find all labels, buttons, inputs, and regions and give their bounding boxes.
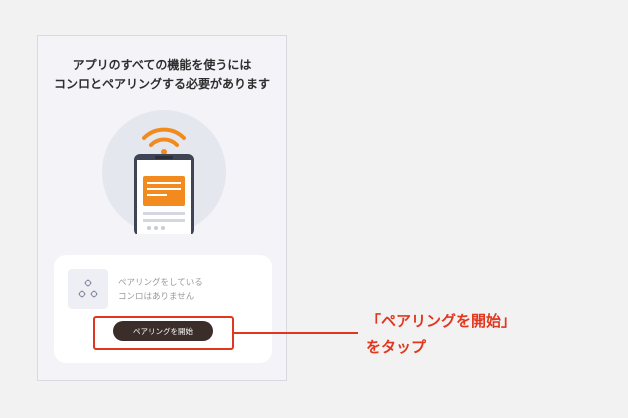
pairing-status: ペアリングをしている コンロはありません [118, 276, 203, 304]
pairing-status-line-2: コンロはありません [118, 292, 195, 302]
phone-with-wifi-icon [102, 110, 226, 234]
callout-line-1: 「ペアリングを開始」 [366, 312, 517, 330]
callout-line-2: をタップ [366, 338, 427, 356]
pairing-card: ペアリングをしている コンロはありません ペアリングを開始 [54, 255, 272, 363]
stove-thumbnail [68, 269, 108, 309]
start-pairing-button[interactable]: ペアリングを開始 [113, 321, 213, 341]
headline-line-2: コンロとペアリングする必要があります [53, 77, 270, 91]
app-screen: アプリのすべての機能を使うには コンロとペアリングする必要があります ペアリング… [37, 35, 287, 381]
headline: アプリのすべての機能を使うには コンロとペアリングする必要があります [38, 56, 286, 94]
pairing-status-line-1: ペアリングをしている [118, 278, 203, 288]
headline-line-1: アプリのすべての機能を使うには [72, 58, 252, 72]
callout-connector-line [234, 332, 358, 334]
callout-annotation: 「ペアリングを開始」 をタップ [366, 308, 516, 360]
stove-burners-icon [78, 279, 98, 298]
